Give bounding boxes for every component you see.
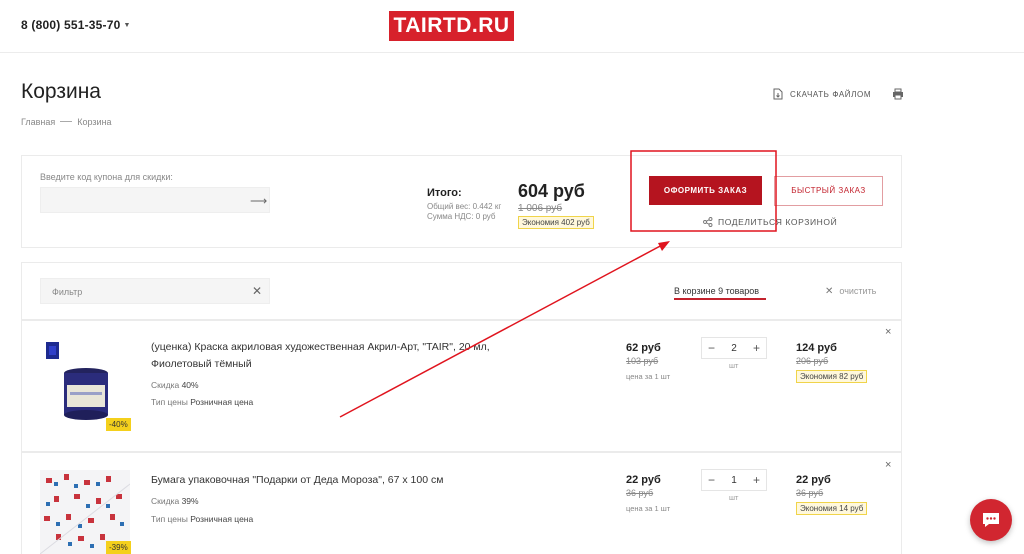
price-per-unit: цена за 1 шт bbox=[626, 372, 671, 381]
line-savings-badge: Экономия 14 руб bbox=[796, 502, 868, 515]
quantity-stepper[interactable]: − 1 + bbox=[701, 469, 767, 491]
print-button[interactable] bbox=[892, 87, 904, 105]
chevron-down-icon: ▼ bbox=[123, 22, 131, 29]
qty-plus-button[interactable]: + bbox=[753, 341, 760, 355]
share-cart-label: ПОДЕЛИТЬСЯ КОРЗИНОЙ bbox=[718, 217, 838, 227]
quantity-stepper[interactable]: − 2 + bbox=[701, 337, 767, 359]
qty-value[interactable]: 2 bbox=[731, 343, 737, 354]
checkout-button[interactable]: ОФОРМИТЬ ЗАКАЗ bbox=[649, 176, 762, 205]
tab-active-underline bbox=[674, 298, 766, 300]
qty-value[interactable]: 1 bbox=[731, 475, 737, 486]
total-vat: Сумма НДС: 0 руб bbox=[427, 212, 496, 221]
filter-input[interactable]: Фильтр bbox=[40, 278, 270, 304]
unit-price: 62 руб bbox=[626, 342, 661, 354]
product-name[interactable]: (уценка) Краска акриловая художественная… bbox=[151, 339, 521, 373]
product-discount: Скидка 40% bbox=[151, 380, 199, 390]
qty-minus-button[interactable]: − bbox=[708, 341, 715, 355]
page-title: Корзина bbox=[21, 80, 101, 103]
line-total: 124 руб bbox=[796, 342, 837, 354]
discount-badge: -39% bbox=[106, 541, 131, 554]
quick-order-button[interactable]: БЫСТРЫЙ ЗАКАЗ bbox=[774, 176, 883, 206]
close-icon[interactable]: ✕ bbox=[252, 284, 262, 298]
total-label: Итого: bbox=[427, 187, 462, 199]
share-cart-link[interactable]: ПОДЕЛИТЬСЯ КОРЗИНОЙ bbox=[703, 217, 837, 227]
line-old-total: 36 руб bbox=[796, 488, 824, 498]
product-discount: Скидка 39% bbox=[151, 496, 199, 506]
total-price: 604 руб bbox=[518, 181, 585, 201]
share-icon bbox=[703, 217, 713, 227]
clear-cart-label: очистить bbox=[839, 286, 877, 296]
chat-button[interactable] bbox=[970, 499, 1012, 541]
line-savings-badge: Экономия 82 руб bbox=[796, 370, 868, 383]
total-weight: Общий вес: 0.442 кг bbox=[427, 202, 502, 211]
coupon-label: Введите код купона для скидки: bbox=[40, 172, 173, 182]
line-total: 22 руб bbox=[796, 474, 831, 486]
arrow-right-icon[interactable]: ⟶ bbox=[250, 194, 267, 208]
unit-price: 22 руб bbox=[626, 474, 661, 486]
download-file-button[interactable]: СКАЧАТЬ ФАЙЛОМ bbox=[773, 88, 871, 100]
breadcrumb-current: Корзина bbox=[77, 117, 112, 127]
remove-item-icon[interactable]: × bbox=[885, 326, 891, 338]
breadcrumb: Главная Корзина bbox=[21, 117, 112, 127]
print-icon bbox=[893, 88, 903, 100]
header-phone[interactable]: 8 (800) 551-35-70 ▼ bbox=[21, 18, 131, 32]
breadcrumb-home[interactable]: Главная bbox=[21, 117, 55, 127]
tab-in-cart[interactable]: В корзине 9 товаров bbox=[674, 286, 759, 296]
chat-icon bbox=[983, 513, 999, 527]
download-file-icon bbox=[773, 88, 783, 100]
total-savings-badge: Экономия 402 руб bbox=[518, 216, 594, 229]
qty-minus-button[interactable]: − bbox=[708, 473, 715, 487]
site-logo[interactable]: TAIRTD.RU bbox=[389, 11, 514, 41]
product-price-type: Тип цены Розничная цена bbox=[151, 514, 254, 524]
product-name[interactable]: Бумага упаковочная "Подарки от Деда Моро… bbox=[151, 472, 521, 489]
close-icon: ✕ bbox=[825, 286, 834, 297]
remove-item-icon[interactable]: × bbox=[885, 459, 891, 471]
download-file-label: СКАЧАТЬ ФАЙЛОМ bbox=[790, 89, 872, 99]
qty-unit: шт bbox=[729, 493, 739, 502]
total-old-price: 1 006 руб bbox=[518, 203, 563, 214]
product-price-type: Тип цены Розничная цена bbox=[151, 397, 254, 407]
unit-old-price: 103 руб bbox=[626, 356, 659, 366]
product-image[interactable] bbox=[40, 337, 130, 431]
discount-badge: -40% bbox=[106, 418, 131, 431]
qty-unit: шт bbox=[729, 361, 739, 370]
price-per-unit: цена за 1 шт bbox=[626, 504, 671, 513]
line-old-total: 206 руб bbox=[796, 356, 829, 366]
coupon-input[interactable] bbox=[40, 187, 270, 213]
unit-old-price: 36 руб bbox=[626, 488, 654, 498]
header-divider bbox=[0, 52, 1024, 53]
clear-cart-button[interactable]: ✕ очистить bbox=[825, 286, 876, 297]
qty-plus-button[interactable]: + bbox=[753, 473, 760, 487]
